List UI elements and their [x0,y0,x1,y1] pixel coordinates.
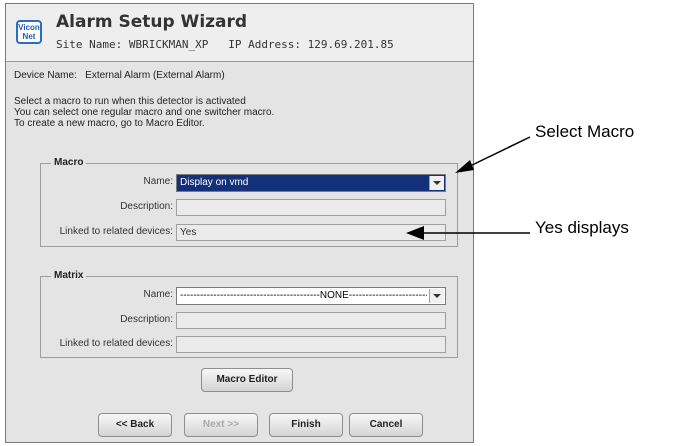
device-name-value: External Alarm (External Alarm) [85,70,225,81]
instruction-line-1: Select a macro to run when this detector… [14,96,246,107]
chevron-down-icon[interactable] [429,289,444,303]
matrix-name-label: Name: [143,289,173,300]
macro-linked-field[interactable]: Yes [176,224,446,241]
select-macro-callout: Select Macro [535,122,635,141]
matrix-name-value: ----------------------------------------… [180,290,427,301]
macro-group-title: Macro [51,157,87,168]
matrix-description-label: Description: [120,314,173,325]
macro-name-dropdown[interactable]: Display on vmd [176,174,446,192]
macro-description-label: Description: [120,201,173,212]
macro-linked-label: Linked to related devices: [59,226,173,237]
select-macro-arrow-line [467,136,531,168]
macro-name-value: Display on vmd [180,177,249,188]
cancel-button[interactable]: Cancel [349,413,423,437]
dialog-header: Vicon Net Alarm Setup Wizard Site Name: … [6,4,473,62]
site-info: Site Name: WBRICKMAN_XP IP Address: 129.… [56,38,394,51]
page-title: Alarm Setup Wizard [56,12,248,32]
macro-description-field[interactable] [176,199,446,216]
alarm-setup-dialog: Vicon Net Alarm Setup Wizard Site Name: … [5,3,474,443]
matrix-linked-label: Linked to related devices: [59,338,173,349]
back-button[interactable]: << Back [98,413,172,437]
matrix-linked-field[interactable] [176,336,446,353]
finish-button[interactable]: Finish [269,413,343,437]
instruction-line-3: To create a new macro, go to Macro Edito… [14,118,205,129]
device-name-row: Device Name: External Alarm (External Al… [14,70,225,81]
macro-group: Macro Name: Display on vmd Description: … [40,157,458,247]
ip-address-label: IP Address: 129.69.201.85 [228,38,394,51]
matrix-name-dropdown[interactable]: ----------------------------------------… [176,287,446,305]
next-button[interactable]: Next >> [184,413,258,437]
instruction-line-2: You can select one regular macro and one… [14,107,275,118]
vicon-net-logo: Vicon Net [16,20,42,44]
matrix-description-field[interactable] [176,312,446,329]
macro-name-label: Name: [143,176,173,187]
matrix-group-title: Matrix [51,270,87,281]
matrix-group: Matrix Name: ---------------------------… [40,270,458,358]
yes-displays-callout: Yes displays [535,218,629,237]
device-name-label: Device Name: [14,70,77,81]
macro-editor-button[interactable]: Macro Editor [201,368,293,392]
site-name-label: Site Name: WBRICKMAN_XP [56,38,209,51]
chevron-down-icon[interactable] [429,176,444,190]
